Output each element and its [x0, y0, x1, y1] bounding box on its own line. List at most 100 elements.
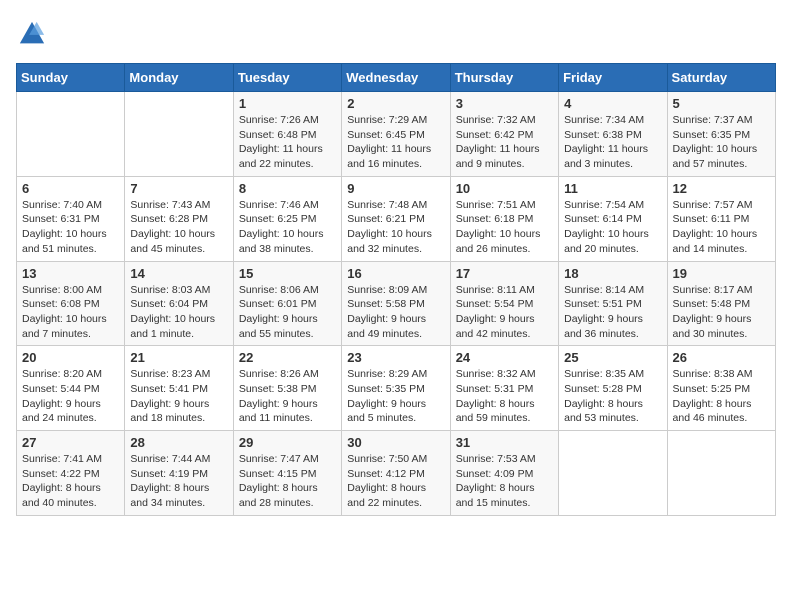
calendar-cell: 28 Sunrise: 7:44 AM Sunset: 4:19 PM Dayli…: [125, 431, 233, 516]
day-info: Sunrise: 8:29 AM Sunset: 5:35 PM Dayligh…: [347, 367, 444, 426]
header-tuesday: Tuesday: [233, 64, 341, 92]
calendar-cell: 16 Sunrise: 8:09 AM Sunset: 5:58 PM Dayli…: [342, 261, 450, 346]
calendar-cell: 12Sunrise: 7:57 AM Sunset: 6:11 PM Dayli…: [667, 176, 775, 261]
header-wednesday: Wednesday: [342, 64, 450, 92]
day-info: Sunrise: 8:06 AM Sunset: 6:01 PM Dayligh…: [239, 283, 336, 342]
day-info: Sunrise: 8:26 AM Sunset: 5:38 PM Dayligh…: [239, 367, 336, 426]
day-info: Sunrise: 8:17 AM Sunset: 5:48 PM Dayligh…: [673, 283, 770, 342]
day-info: Sunrise: 8:20 AM Sunset: 5:44 PM Dayligh…: [22, 367, 119, 426]
day-number: 24: [456, 350, 553, 365]
calendar-cell: 15 Sunrise: 8:06 AM Sunset: 6:01 PM Dayli…: [233, 261, 341, 346]
day-number: 13: [22, 266, 119, 281]
day-number: 17: [456, 266, 553, 281]
day-info: Sunrise: 7:48 AM Sunset: 6:21 PM Dayligh…: [347, 198, 444, 257]
day-info: Sunrise: 7:47 AM Sunset: 4:15 PM Dayligh…: [239, 452, 336, 511]
calendar-cell: 1 Sunrise: 7:26 AM Sunset: 6:48 PM Daylig…: [233, 92, 341, 177]
calendar-cell: [17, 92, 125, 177]
week-row-4: 20 Sunrise: 8:20 AM Sunset: 5:44 PM Dayli…: [17, 346, 776, 431]
day-number: 8: [239, 181, 336, 196]
calendar-cell: [667, 431, 775, 516]
day-info: Sunrise: 7:40 AM Sunset: 6:31 PM Dayligh…: [22, 198, 119, 257]
day-info: Sunrise: 7:50 AM Sunset: 4:12 PM Dayligh…: [347, 452, 444, 511]
calendar-cell: 7 Sunrise: 7:43 AM Sunset: 6:28 PM Daylig…: [125, 176, 233, 261]
week-row-2: 6Sunrise: 7:40 AM Sunset: 6:31 PM Daylig…: [17, 176, 776, 261]
day-info: Sunrise: 8:00 AM Sunset: 6:08 PM Dayligh…: [22, 283, 119, 342]
header-monday: Monday: [125, 64, 233, 92]
day-number: 7: [130, 181, 227, 196]
calendar-cell: 29 Sunrise: 7:47 AM Sunset: 4:15 PM Dayli…: [233, 431, 341, 516]
day-info: Sunrise: 7:44 AM Sunset: 4:19 PM Dayligh…: [130, 452, 227, 511]
day-number: 31: [456, 435, 553, 450]
calendar-cell: 14Sunrise: 8:03 AM Sunset: 6:04 PM Dayli…: [125, 261, 233, 346]
calendar-cell: 9 Sunrise: 7:48 AM Sunset: 6:21 PM Daylig…: [342, 176, 450, 261]
day-number: 10: [456, 181, 553, 196]
day-info: Sunrise: 7:51 AM Sunset: 6:18 PM Dayligh…: [456, 198, 553, 257]
day-info: Sunrise: 8:35 AM Sunset: 5:28 PM Dayligh…: [564, 367, 661, 426]
day-info: Sunrise: 8:14 AM Sunset: 5:51 PM Dayligh…: [564, 283, 661, 342]
calendar-cell: 31 Sunrise: 7:53 AM Sunset: 4:09 PM Dayli…: [450, 431, 558, 516]
day-info: Sunrise: 7:34 AM Sunset: 6:38 PM Dayligh…: [564, 113, 661, 172]
day-number: 20: [22, 350, 119, 365]
day-number: 5: [673, 96, 770, 111]
calendar-cell: 6Sunrise: 7:40 AM Sunset: 6:31 PM Daylig…: [17, 176, 125, 261]
week-row-5: 27 Sunrise: 7:41 AM Sunset: 4:22 PM Dayli…: [17, 431, 776, 516]
header-sunday: Sunday: [17, 64, 125, 92]
calendar-cell: 2 Sunrise: 7:29 AM Sunset: 6:45 PM Daylig…: [342, 92, 450, 177]
calendar-cell: 3 Sunrise: 7:32 AM Sunset: 6:42 PM Daylig…: [450, 92, 558, 177]
calendar-header-row: SundayMondayTuesdayWednesdayThursdayFrid…: [17, 64, 776, 92]
day-number: 30: [347, 435, 444, 450]
day-number: 9: [347, 181, 444, 196]
day-number: 2: [347, 96, 444, 111]
calendar-cell: 19 Sunrise: 8:17 AM Sunset: 5:48 PM Dayli…: [667, 261, 775, 346]
day-number: 12: [673, 181, 770, 196]
logo-icon: [18, 20, 46, 48]
day-info: Sunrise: 7:37 AM Sunset: 6:35 PM Dayligh…: [673, 113, 770, 172]
day-number: 28: [130, 435, 227, 450]
logo: [16, 20, 46, 53]
day-number: 4: [564, 96, 661, 111]
day-info: Sunrise: 7:41 AM Sunset: 4:22 PM Dayligh…: [22, 452, 119, 511]
day-info: Sunrise: 7:53 AM Sunset: 4:09 PM Dayligh…: [456, 452, 553, 511]
day-number: 3: [456, 96, 553, 111]
day-info: Sunrise: 8:11 AM Sunset: 5:54 PM Dayligh…: [456, 283, 553, 342]
day-info: Sunrise: 7:43 AM Sunset: 6:28 PM Dayligh…: [130, 198, 227, 257]
calendar-body: 1 Sunrise: 7:26 AM Sunset: 6:48 PM Daylig…: [17, 92, 776, 516]
calendar-cell: 20 Sunrise: 8:20 AM Sunset: 5:44 PM Dayli…: [17, 346, 125, 431]
header-thursday: Thursday: [450, 64, 558, 92]
header-saturday: Saturday: [667, 64, 775, 92]
calendar-cell: 5 Sunrise: 7:37 AM Sunset: 6:35 PM Daylig…: [667, 92, 775, 177]
day-number: 22: [239, 350, 336, 365]
calendar-cell: 4 Sunrise: 7:34 AM Sunset: 6:38 PM Daylig…: [559, 92, 667, 177]
day-number: 25: [564, 350, 661, 365]
day-number: 29: [239, 435, 336, 450]
day-info: Sunrise: 7:32 AM Sunset: 6:42 PM Dayligh…: [456, 113, 553, 172]
day-number: 15: [239, 266, 336, 281]
day-number: 16: [347, 266, 444, 281]
calendar-cell: 8 Sunrise: 7:46 AM Sunset: 6:25 PM Daylig…: [233, 176, 341, 261]
day-number: 11: [564, 181, 661, 196]
day-number: 18: [564, 266, 661, 281]
calendar-cell: 26 Sunrise: 8:38 AM Sunset: 5:25 PM Dayli…: [667, 346, 775, 431]
calendar-cell: 21Sunrise: 8:23 AM Sunset: 5:41 PM Dayli…: [125, 346, 233, 431]
day-info: Sunrise: 8:03 AM Sunset: 6:04 PM Dayligh…: [130, 283, 227, 342]
calendar-cell: 13 Sunrise: 8:00 AM Sunset: 6:08 PM Dayli…: [17, 261, 125, 346]
calendar-cell: 23 Sunrise: 8:29 AM Sunset: 5:35 PM Dayli…: [342, 346, 450, 431]
day-number: 19: [673, 266, 770, 281]
calendar-cell: 27 Sunrise: 7:41 AM Sunset: 4:22 PM Dayli…: [17, 431, 125, 516]
day-number: 23: [347, 350, 444, 365]
day-number: 1: [239, 96, 336, 111]
calendar-cell: 11Sunrise: 7:54 AM Sunset: 6:14 PM Dayli…: [559, 176, 667, 261]
calendar-cell: 22 Sunrise: 8:26 AM Sunset: 5:38 PM Dayli…: [233, 346, 341, 431]
calendar-cell: 10 Sunrise: 7:51 AM Sunset: 6:18 PM Dayli…: [450, 176, 558, 261]
calendar-cell: 18 Sunrise: 8:14 AM Sunset: 5:51 PM Dayli…: [559, 261, 667, 346]
day-info: Sunrise: 8:09 AM Sunset: 5:58 PM Dayligh…: [347, 283, 444, 342]
day-info: Sunrise: 7:26 AM Sunset: 6:48 PM Dayligh…: [239, 113, 336, 172]
calendar-cell: 17 Sunrise: 8:11 AM Sunset: 5:54 PM Dayli…: [450, 261, 558, 346]
day-number: 26: [673, 350, 770, 365]
day-info: Sunrise: 7:29 AM Sunset: 6:45 PM Dayligh…: [347, 113, 444, 172]
day-info: Sunrise: 8:38 AM Sunset: 5:25 PM Dayligh…: [673, 367, 770, 426]
day-number: 27: [22, 435, 119, 450]
calendar-cell: [559, 431, 667, 516]
day-info: Sunrise: 7:46 AM Sunset: 6:25 PM Dayligh…: [239, 198, 336, 257]
week-row-3: 13 Sunrise: 8:00 AM Sunset: 6:08 PM Dayli…: [17, 261, 776, 346]
